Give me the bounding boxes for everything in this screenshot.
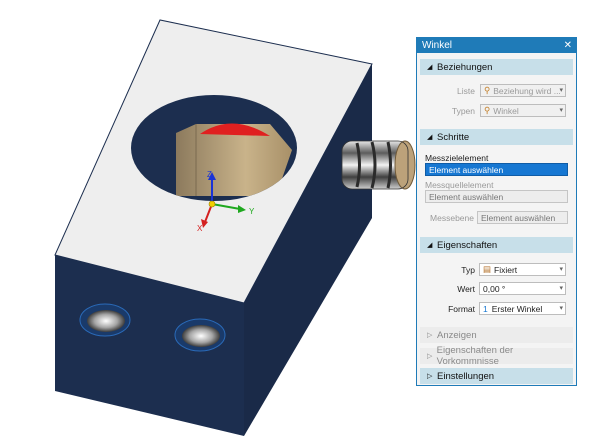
section-label: Beziehungen — [437, 61, 493, 73]
section-label: Anzeigen — [437, 329, 477, 341]
panel-title: Winkel — [422, 40, 453, 51]
chevron-down-icon: ▾ — [559, 87, 563, 94]
front-hole-right[interactable] — [174, 318, 226, 352]
liste-value: Beziehung wird ... — [493, 85, 561, 96]
format-label: Format — [448, 303, 475, 314]
section-schritte[interactable]: ◢ Schritte — [420, 129, 573, 145]
section-label: Schritte — [437, 131, 470, 143]
chevron-down-icon: ▾ — [559, 285, 563, 292]
format-prefix: 1 — [483, 303, 488, 314]
angle-property-panel: Winkel ✕ ◢ Beziehungen Liste ⚲ Beziehung… — [416, 37, 577, 386]
collapse-arrow-icon: ◢ — [427, 64, 433, 71]
angle-icon: ⚲ — [484, 105, 491, 115]
panel-titlebar[interactable]: Winkel ✕ — [417, 38, 576, 53]
typ-value: Fixiert — [494, 264, 518, 275]
messebene-field[interactable]: Element auswählen — [477, 211, 568, 224]
liste-row: Liste ⚲ Beziehung wird ... ▾ — [417, 84, 566, 97]
messquelle-label: Messquellelement — [425, 180, 494, 190]
wert-row: Wert 0,00 ° ▾ — [417, 282, 566, 295]
section-label: Eigenschaften der Vorkommnisse — [436, 345, 514, 367]
wert-value: 0,00 ° — [483, 283, 506, 294]
axis-z-label: Z — [207, 170, 212, 179]
typ-combo[interactable]: ▤ Fixiert ▾ — [479, 263, 566, 276]
cylinder-pin[interactable] — [341, 140, 416, 190]
wert-label: Wert — [457, 283, 475, 294]
collapse-arrow-icon: ◢ — [427, 134, 433, 141]
front-hole-left[interactable] — [79, 303, 131, 337]
section-label: Eigenschaften — [437, 239, 498, 251]
section-eigenschaften-vorkommnisse[interactable]: ▷ Eigenschaften der Vorkommnisse — [420, 345, 573, 367]
close-icon[interactable]: ✕ — [564, 40, 572, 51]
typen-value: Winkel — [493, 105, 519, 116]
messziel-label: Messzielelement — [425, 153, 489, 163]
chevron-down-icon: ▾ — [559, 305, 563, 312]
messziel-field[interactable]: Element auswählen — [425, 163, 568, 176]
expand-arrow-icon: ▷ — [427, 332, 433, 339]
typen-combo[interactable]: ⚲ Winkel ▾ — [480, 104, 566, 117]
chevron-down-icon: ▾ — [559, 107, 563, 114]
section-einstellungen[interactable]: ▷ Einstellungen — [420, 368, 573, 384]
expand-arrow-icon: ▷ — [427, 353, 433, 360]
wert-input[interactable]: 0,00 ° ▾ — [479, 282, 566, 295]
collapse-arrow-icon: ◢ — [427, 242, 433, 249]
messquelle-field[interactable]: Element auswählen — [425, 190, 568, 203]
axis-x-label: X — [197, 224, 203, 233]
liste-label: Liste — [457, 85, 475, 96]
chevron-down-icon: ▾ — [559, 266, 563, 273]
top-hole[interactable] — [131, 95, 297, 201]
section-anzeigen[interactable]: ▷ Anzeigen — [420, 327, 573, 343]
axis-y-label: Y — [249, 207, 255, 216]
fixed-icon: ▤ — [483, 264, 492, 274]
typen-label: Typen — [451, 105, 475, 116]
typen-row: Typen ⚲ Winkel ▾ — [417, 104, 566, 117]
format-value: Erster Winkel — [491, 303, 543, 314]
section-label: Einstellungen — [437, 370, 495, 382]
section-beziehungen[interactable]: ◢ Beziehungen — [420, 59, 573, 75]
typ-row: Typ ▤ Fixiert ▾ — [417, 263, 566, 276]
typ-label: Typ — [461, 264, 475, 275]
messebene-label: Messebene — [430, 213, 474, 223]
relation-icon: ⚲ — [484, 85, 491, 95]
format-combo[interactable]: 1 Erster Winkel ▾ — [479, 302, 566, 315]
format-row: Format 1 Erster Winkel ▾ — [417, 302, 566, 315]
expand-arrow-icon: ▷ — [427, 373, 433, 380]
liste-combo[interactable]: ⚲ Beziehung wird ... ▾ — [480, 84, 566, 97]
section-eigenschaften[interactable]: ◢ Eigenschaften — [420, 237, 573, 253]
